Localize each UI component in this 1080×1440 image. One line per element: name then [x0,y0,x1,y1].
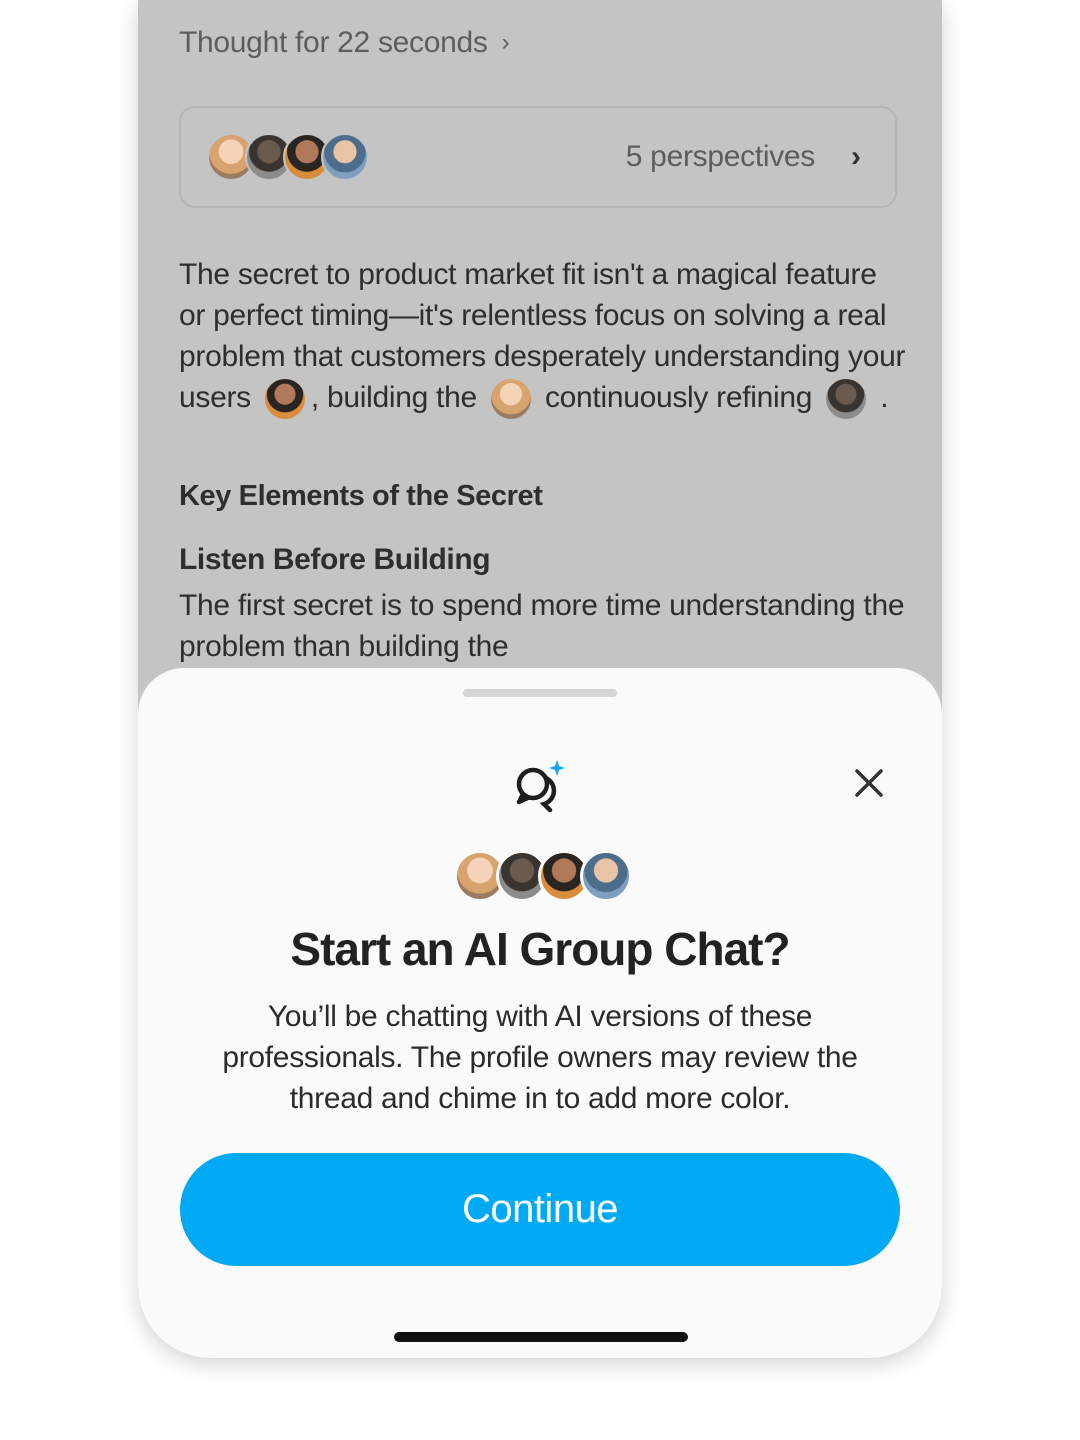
answer-text: , building the [310,381,477,414]
home-indicator [394,1332,688,1342]
perspectives-card[interactable]: 5 perspectives › [179,106,897,208]
perspectives-avatar-stack [207,133,369,181]
avatar [580,850,632,902]
sheet-avatar-stack [454,850,632,902]
ai-group-chat-icon [516,760,565,813]
thought-toggle[interactable]: Thought for 22 seconds › [179,26,510,60]
sheet-drag-handle[interactable] [463,689,617,697]
answer-paragraph: The secret to product market fit isn't a… [179,254,909,420]
section-subheading: Listen Before Building [179,543,491,576]
phone-screen: Thought for 22 seconds › 5 perspectives … [138,0,942,1358]
section-paragraph: The first secret is to spend more time u… [179,589,905,663]
citation-avatar[interactable] [826,379,867,420]
sheet-title: Start an AI Group Chat? [290,923,790,975]
section-heading: Key Elements of the Secret [179,480,543,512]
group-chat-bottom-sheet: Start an AI Group Chat? You’ll be chatti… [138,668,942,1358]
close-icon[interactable] [852,766,886,800]
citation-avatar[interactable] [490,379,531,420]
citation-avatar[interactable] [264,379,305,420]
perspectives-count: 5 perspectives [625,140,816,173]
sheet-description: You’ll be chatting with AI versions of t… [222,1000,858,1115]
answer-text: . [880,381,889,414]
answer-text: continuously refining [544,381,813,414]
continue-button[interactable]: Continue [180,1153,900,1266]
chevron-right-icon: › [851,140,861,173]
chevron-right-icon: › [501,29,510,56]
avatar [321,133,369,181]
thought-label: Thought for 22 seconds [179,26,488,59]
